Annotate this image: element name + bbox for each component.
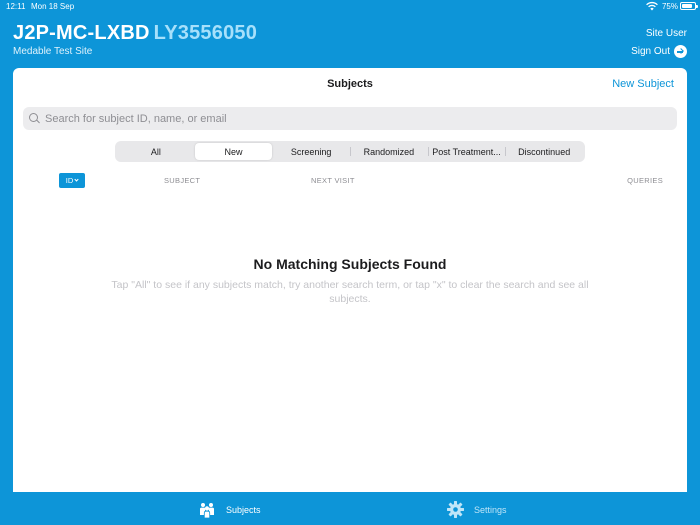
sign-out-icon — [674, 45, 687, 58]
filter-randomized[interactable]: Randomized — [350, 143, 428, 160]
panel-title: Subjects — [327, 78, 373, 90]
sort-id-button[interactable]: ID — [59, 173, 85, 188]
chevron-down-icon — [74, 177, 79, 182]
tab-subjects-label: Subjects — [226, 504, 261, 515]
wifi-icon — [646, 1, 658, 11]
sign-out-label: Sign Out — [631, 46, 670, 57]
subjects-panel: Subjects New Subject All New Screening R… — [13, 68, 687, 492]
status-bar: 12:11 Mon 18 Sep 75% — [0, 0, 700, 14]
search-bar[interactable] — [23, 107, 677, 130]
tab-bar: Subjects Settings — [0, 492, 700, 525]
page-title: J2P-MC-LXBD LY3556050 — [13, 22, 257, 45]
column-next-visit[interactable]: NEXT VISIT — [311, 176, 355, 185]
people-icon — [200, 503, 214, 518]
battery-percent: 75% — [661, 2, 678, 11]
empty-state-message: Tap "All" to see if any subjects match, … — [111, 279, 589, 305]
status-date: Mon 18 Sep — [31, 2, 75, 11]
empty-state-title: No Matching Subjects Found — [253, 256, 447, 272]
search-icon — [29, 113, 40, 124]
filter-new[interactable]: New — [194, 143, 273, 160]
study-code: J2P-MC-LXBD — [13, 22, 150, 44]
user-role: Site User — [645, 28, 687, 39]
status-filter: All New Screening Randomized Post Treatm… — [115, 141, 585, 162]
column-subject[interactable]: SUBJECT — [164, 176, 200, 185]
filter-discontinued[interactable]: Discontinued — [505, 143, 583, 160]
column-queries[interactable]: QUERIES — [627, 176, 663, 185]
tab-subjects[interactable]: Subjects — [198, 501, 261, 518]
status-time: 12:11 — [6, 2, 26, 11]
new-subject-button[interactable]: New Subject — [612, 78, 674, 90]
tab-settings[interactable]: Settings — [447, 501, 507, 518]
site-name: Medable Test Site — [13, 46, 93, 57]
battery-icon — [680, 2, 698, 10]
study-id: LY3556050 — [153, 22, 258, 44]
filter-post-treatment[interactable]: Post Treatment... — [427, 143, 506, 160]
gear-icon — [447, 501, 464, 518]
tab-settings-label: Settings — [474, 504, 507, 515]
filter-screening[interactable]: Screening — [272, 143, 350, 160]
filter-all[interactable]: All — [117, 143, 195, 160]
sign-out-button[interactable]: Sign Out — [631, 45, 687, 58]
sort-id-label: ID — [65, 176, 74, 185]
search-input[interactable] — [45, 112, 645, 125]
